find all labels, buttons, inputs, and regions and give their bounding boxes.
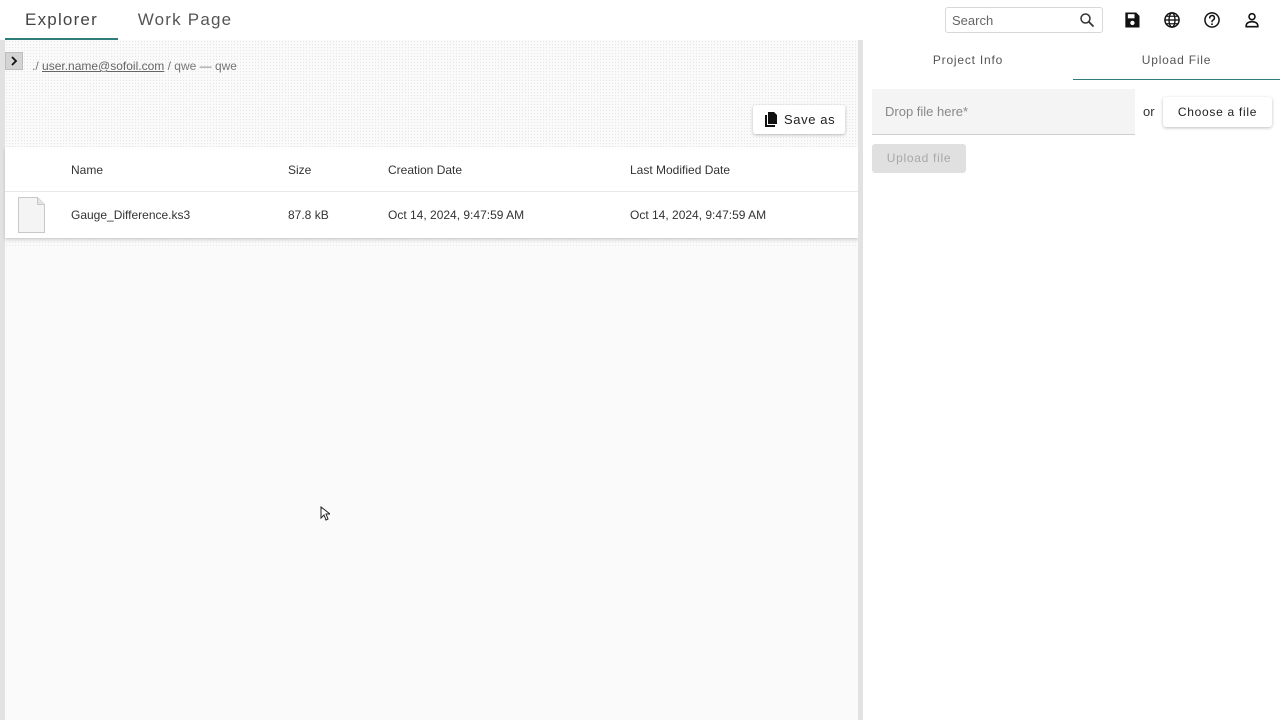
- tab-upload-file[interactable]: Upload File: [1073, 40, 1280, 80]
- breadcrumb-project: qwe — qwe: [174, 59, 237, 73]
- save-as-label: Save as: [784, 112, 836, 127]
- copy-file-icon: [765, 112, 777, 127]
- save-icon[interactable]: [1122, 10, 1142, 30]
- choose-file-button[interactable]: Choose a file: [1163, 97, 1272, 127]
- side-panel: Project Info Upload File Drop file here*…: [863, 40, 1280, 720]
- file-modified-date: Oct 14, 2024, 9:47:59 AM: [630, 208, 767, 222]
- column-size[interactable]: Size: [288, 163, 311, 177]
- table-footer-background: [5, 238, 858, 246]
- column-creation-date[interactable]: Creation Date: [388, 163, 462, 177]
- account-icon[interactable]: [1242, 10, 1262, 30]
- file-size: 87.8 kB: [288, 208, 329, 222]
- save-as-button[interactable]: Save as: [753, 105, 845, 134]
- tab-explorer[interactable]: Explorer: [5, 0, 118, 40]
- upload-file-button[interactable]: Upload file: [872, 144, 966, 173]
- mouse-cursor-icon: [320, 506, 330, 521]
- file-creation-date: Oct 14, 2024, 9:47:59 AM: [388, 208, 525, 222]
- file-name[interactable]: Gauge_Difference.ks3: [71, 208, 190, 222]
- search-icon[interactable]: [1078, 11, 1096, 29]
- search-box: [945, 7, 1103, 33]
- search-input[interactable]: [952, 11, 1072, 29]
- explorer-panel: ./ user.name@sofoil.com / qwe — qwe Save…: [0, 40, 858, 720]
- breadcrumb-root[interactable]: ./: [32, 59, 39, 73]
- file-icon: [18, 197, 45, 233]
- header-background: [5, 40, 858, 147]
- file-table: Name Size Creation Date Last Modified Da…: [5, 147, 858, 238]
- top-bar: Explorer Work Page: [0, 0, 1280, 40]
- tab-project-info[interactable]: Project Info: [863, 40, 1073, 80]
- breadcrumb-user-link[interactable]: user.name@sofoil.com: [42, 59, 164, 73]
- drop-zone-placeholder: Drop file here*: [885, 104, 969, 119]
- chevron-right-icon: [11, 56, 18, 66]
- table-header: Name Size Creation Date Last Modified Da…: [5, 147, 858, 192]
- tab-work-page[interactable]: Work Page: [124, 0, 246, 40]
- file-drop-zone[interactable]: Drop file here*: [872, 89, 1135, 135]
- column-last-modified-date[interactable]: Last Modified Date: [630, 163, 730, 177]
- breadcrumb: ./ user.name@sofoil.com / qwe — qwe: [32, 59, 237, 73]
- help-icon[interactable]: [1202, 10, 1222, 30]
- breadcrumb-separator: /: [167, 59, 171, 73]
- or-text: or: [1143, 104, 1155, 119]
- column-name[interactable]: Name: [71, 163, 103, 177]
- sidebar-toggle-button[interactable]: [5, 52, 23, 70]
- globe-icon[interactable]: [1162, 10, 1182, 30]
- table-row[interactable]: Gauge_Difference.ks3 87.8 kB Oct 14, 202…: [5, 192, 858, 238]
